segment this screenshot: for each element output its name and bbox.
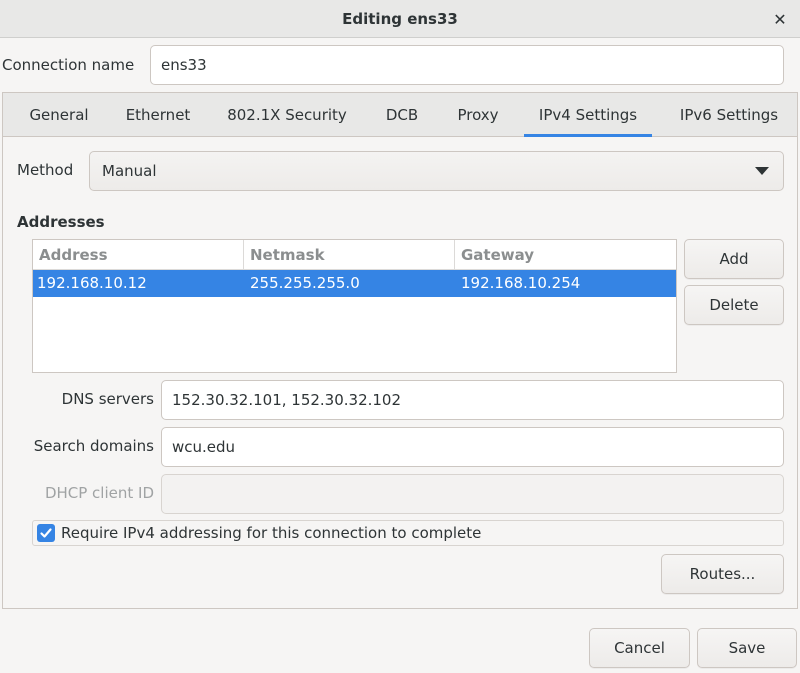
- column-header-netmask[interactable]: Netmask: [244, 240, 455, 270]
- title-bar: Editing ens33 ✕: [0, 0, 800, 38]
- require-ipv4-checkbox[interactable]: [37, 524, 55, 542]
- delete-button[interactable]: Delete: [684, 285, 784, 325]
- table-row[interactable]: 192.168.10.12 255.255.255.0 192.168.10.2…: [33, 270, 676, 297]
- window-title: Editing ens33: [342, 9, 458, 28]
- tab-802-1x-security[interactable]: 802.1X Security: [215, 93, 359, 137]
- connection-name-label: Connection name: [2, 56, 135, 74]
- dns-servers-label: DNS servers: [61, 390, 154, 408]
- row-address: 192.168.10.12: [37, 274, 147, 292]
- tab-ipv4-settings[interactable]: IPv4 Settings: [524, 93, 652, 137]
- checkmark-icon: [40, 528, 52, 538]
- save-button[interactable]: Save: [697, 628, 797, 668]
- method-value: Manual: [102, 162, 157, 180]
- table-header: Address Netmask Gateway: [33, 240, 676, 270]
- tab-dcb[interactable]: DCB: [373, 93, 431, 137]
- tab-ethernet[interactable]: Ethernet: [115, 93, 201, 137]
- row-netmask: 255.255.255.0: [250, 274, 360, 292]
- method-label: Method: [17, 161, 74, 179]
- tab-general[interactable]: General: [17, 93, 101, 137]
- add-button[interactable]: Add: [684, 239, 784, 279]
- connection-name-input[interactable]: ens33: [150, 45, 784, 85]
- dhcp-client-id-label: DHCP client ID: [44, 484, 154, 502]
- cancel-button[interactable]: Cancel: [589, 628, 690, 668]
- require-ipv4-label: Require IPv4 addressing for this connect…: [61, 524, 482, 542]
- column-header-address[interactable]: Address: [33, 240, 244, 270]
- dhcp-client-id-input[interactable]: [161, 474, 784, 514]
- close-icon[interactable]: ✕: [768, 7, 792, 31]
- chevron-down-icon: [755, 167, 769, 175]
- search-domains-input[interactable]: wcu.edu: [161, 427, 784, 467]
- tab-ipv6-settings[interactable]: IPv6 Settings: [665, 93, 793, 137]
- routes-button[interactable]: Routes...: [661, 554, 784, 594]
- method-dropdown[interactable]: Manual: [89, 151, 784, 191]
- tab-proxy[interactable]: Proxy: [445, 93, 511, 137]
- column-header-gateway[interactable]: Gateway: [455, 240, 676, 270]
- require-ipv4-row[interactable]: Require IPv4 addressing for this connect…: [32, 520, 784, 546]
- addresses-heading: Addresses: [17, 213, 105, 231]
- row-gateway: 192.168.10.254: [461, 274, 581, 292]
- search-domains-label: Search domains: [33, 437, 154, 455]
- addresses-table[interactable]: Address Netmask Gateway 192.168.10.12 25…: [32, 239, 677, 373]
- tab-bar: General Ethernet 802.1X Security DCB Pro…: [3, 93, 797, 137]
- dns-servers-input[interactable]: 152.30.32.101, 152.30.32.102: [161, 380, 784, 420]
